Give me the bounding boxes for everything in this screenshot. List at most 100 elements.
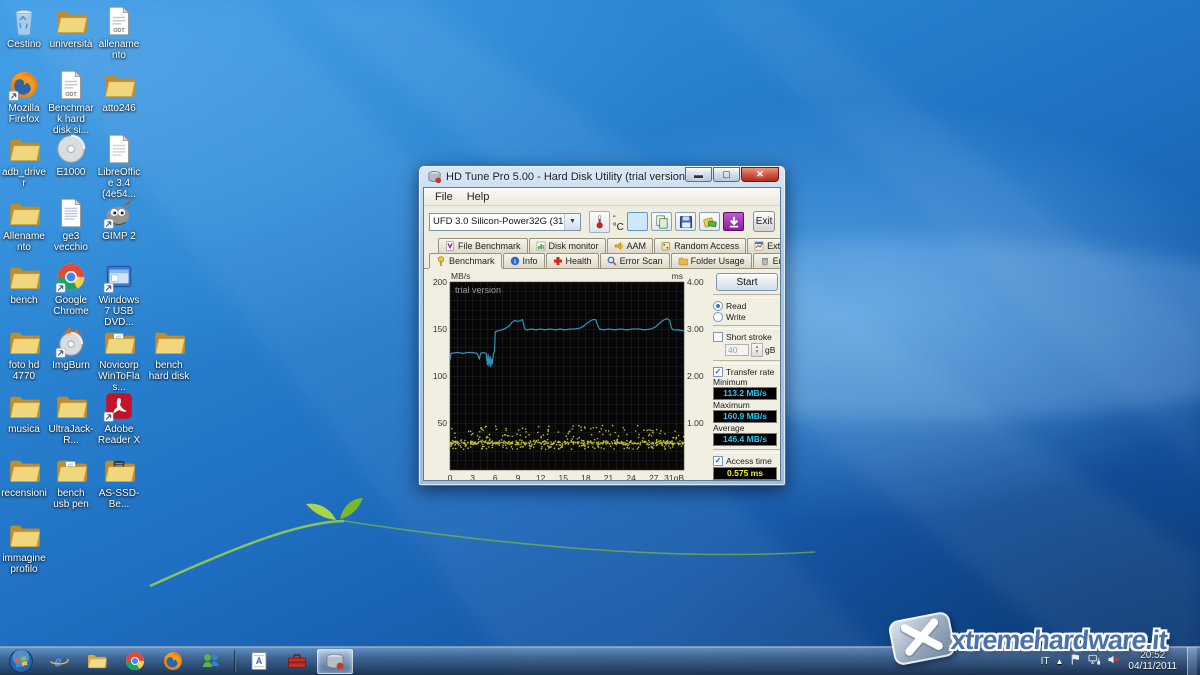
tab-extra-tests[interactable]: Extra tests xyxy=(747,238,781,253)
tab-erase[interactable]: Erase xyxy=(753,253,781,268)
write-radio[interactable]: Write xyxy=(713,312,780,322)
short-stroke-checkbox[interactable]: Short stroke xyxy=(713,332,780,342)
svg-text:i: i xyxy=(514,259,516,266)
desktop-icon-gimp-2[interactable]: GIMP 2 xyxy=(96,196,142,242)
svg-text:MB/s: MB/s xyxy=(451,271,470,281)
desktop-icon-label: Google Chrome xyxy=(48,295,94,317)
odt-document-icon: ODT xyxy=(54,68,88,102)
taskbar-button-document-app[interactable]: A xyxy=(241,649,277,674)
exit-button[interactable]: Exit xyxy=(753,211,775,232)
clock[interactable]: 20:52 04/11/2011 xyxy=(1128,650,1177,672)
taskbar-button-windows-explorer[interactable] xyxy=(79,649,115,674)
disk-monitor-icon xyxy=(536,241,546,251)
desktop-icon-foto-hd-4770[interactable]: foto hd 4770 xyxy=(1,325,47,382)
close-button[interactable]: ✕ xyxy=(741,167,779,182)
svg-text:trial version: trial version xyxy=(455,285,501,295)
desktop-icon-recensioni[interactable]: recensioni xyxy=(1,453,47,499)
start-button[interactable]: Start xyxy=(716,273,778,291)
write-label: Write xyxy=(726,312,746,322)
desktop-icon-musica[interactable]: musica xyxy=(1,389,47,435)
minimize-button[interactable]: ▬ xyxy=(685,167,712,182)
taskbar-button-firefox[interactable] xyxy=(155,649,191,674)
desktop-icon-adb-driver[interactable]: adb_driver xyxy=(1,132,47,189)
menu-file[interactable]: File xyxy=(428,190,460,204)
screenshot-button[interactable] xyxy=(627,212,648,231)
desktop-icon-mozilla-firefox[interactable]: Mozilla Firefox xyxy=(1,68,47,125)
title-bar[interactable]: HD Tune Pro 5.00 - Hard Disk Utility (tr… xyxy=(423,166,781,187)
desktop-icon-novicorp-wintoflas[interactable]: Novicorp WinToFlas... xyxy=(96,325,142,393)
taskbar-button-toolbox-app[interactable] xyxy=(279,649,315,674)
show-hidden-icons-chevron-icon[interactable]: ▲ xyxy=(1056,657,1064,666)
tab-health[interactable]: Health xyxy=(546,253,599,268)
tab-error-scan[interactable]: Error Scan xyxy=(600,253,670,268)
add-button[interactable] xyxy=(699,212,720,231)
thermometer-icon[interactable] xyxy=(589,211,610,233)
tab-aam[interactable]: AAM xyxy=(607,238,654,253)
maximize-button[interactable]: ▢ xyxy=(713,167,740,182)
desktop-icon-windows-7-usb-dvd[interactable]: Windows 7 USB DVD... xyxy=(96,260,142,328)
tab-disk-monitor[interactable]: Disk monitor xyxy=(529,238,606,253)
language-indicator[interactable]: IT xyxy=(1041,656,1050,667)
chevron-down-icon[interactable]: ▼ xyxy=(564,214,580,230)
drive-select[interactable]: UFD 3.0 Silicon-Power32G (31 gB) ▼ xyxy=(429,213,581,231)
desktop-icon-benchmark-hard-disk-si[interactable]: ODTBenchmark hard disk si... xyxy=(48,68,94,136)
reader-icon xyxy=(102,389,136,423)
tab-label: Extra tests xyxy=(767,241,781,251)
action-center-flag-icon[interactable] xyxy=(1069,653,1082,669)
taskbar-button-hdtune[interactable] xyxy=(317,649,353,674)
svg-text:3: 3 xyxy=(470,473,475,480)
tab-info[interactable]: iInfo xyxy=(503,253,545,268)
volume-muted-icon[interactable] xyxy=(1107,653,1120,669)
desktop-icon-libreoffice-3-4-4e54[interactable]: LibreOffice 3.4 (4e54... xyxy=(96,132,142,200)
svg-text:2.00: 2.00 xyxy=(687,371,704,381)
desktop-icon-allenamento[interactable]: ODTallenamento xyxy=(96,4,142,61)
taskbar-button-google-chrome[interactable] xyxy=(117,649,153,674)
transfer-rate-checkbox[interactable]: ✓ Transfer rate xyxy=(713,367,780,377)
network-icon[interactable] xyxy=(1088,653,1101,669)
desktop-icon-bench-usb-pen[interactable]: bench usb pen xyxy=(48,453,94,510)
tab-file-benchmark[interactable]: File Benchmark xyxy=(438,238,528,253)
access-time-checkbox[interactable]: ✓ Access time xyxy=(713,456,780,466)
random-access-icon xyxy=(661,241,671,251)
desktop-icon-bench[interactable]: bench xyxy=(1,260,47,306)
desktop-icon-imgburn[interactable]: ImgBurn xyxy=(48,325,94,371)
desktop-icon-ge3-vecchio[interactable]: ge3 vecchio xyxy=(48,196,94,253)
tab-label: Health xyxy=(566,256,592,266)
copy-button[interactable] xyxy=(651,212,672,231)
desktop-icon-cestino[interactable]: Cestino xyxy=(1,4,47,50)
tab-benchmark[interactable]: Benchmark xyxy=(429,253,502,268)
tab-folder-usage[interactable]: Folder Usage xyxy=(671,253,752,268)
benchmark-controls-panel: Start Read Write Short stroke xyxy=(713,270,780,479)
show-desktop-button[interactable] xyxy=(1187,647,1197,675)
desktop-icon-adobe-reader-x[interactable]: Adobe Reader X xyxy=(96,389,142,446)
capture-button[interactable] xyxy=(723,212,744,231)
svg-text:0: 0 xyxy=(448,473,453,480)
desktop-icon-universit[interactable]: università xyxy=(48,4,94,50)
desktop-icon-label: musica xyxy=(1,424,47,435)
average-label: Average xyxy=(713,424,780,433)
desktop-icon-ultrajack-r[interactable]: UltraJack-R... xyxy=(48,389,94,446)
transfer-rate-label: Transfer rate xyxy=(726,367,774,377)
save-button[interactable] xyxy=(675,212,696,231)
desktop-icon-immagine-profilo[interactable]: immagine profilo xyxy=(1,518,47,575)
taskbar-button-internet-explorer[interactable]: e xyxy=(41,649,77,674)
odt-document-icon: ODT xyxy=(102,4,136,38)
desktop-icon-label: ge3 vecchio xyxy=(48,231,94,253)
taskbar-button-messenger[interactable] xyxy=(193,649,229,674)
desktop-icon-google-chrome[interactable]: Google Chrome xyxy=(48,260,94,317)
desktop-icon-as-ssd-be[interactable]: AS-SSD-Be... xyxy=(96,453,142,510)
tab-label: Random Access xyxy=(674,241,739,251)
spinner-arrows[interactable]: ▲▼ xyxy=(751,343,763,357)
folder-usage-icon xyxy=(678,256,688,266)
menu-help[interactable]: Help xyxy=(460,190,497,204)
desktop-icon-label: bench xyxy=(1,295,47,306)
start-button[interactable] xyxy=(4,648,38,674)
read-radio[interactable]: Read xyxy=(713,301,780,311)
desktop-icon-e1000[interactable]: E1000 xyxy=(48,132,94,178)
stroke-size-input[interactable]: 40 xyxy=(725,344,749,356)
radio-selected-icon xyxy=(713,301,723,311)
tab-random-access[interactable]: Random Access xyxy=(654,238,746,253)
desktop-icon-atto246[interactable]: atto246 xyxy=(96,68,142,114)
desktop-icon-allenamento[interactable]: Allenamento xyxy=(1,196,47,253)
desktop-icon-bench-hard-disk[interactable]: bench hard disk xyxy=(146,325,192,382)
